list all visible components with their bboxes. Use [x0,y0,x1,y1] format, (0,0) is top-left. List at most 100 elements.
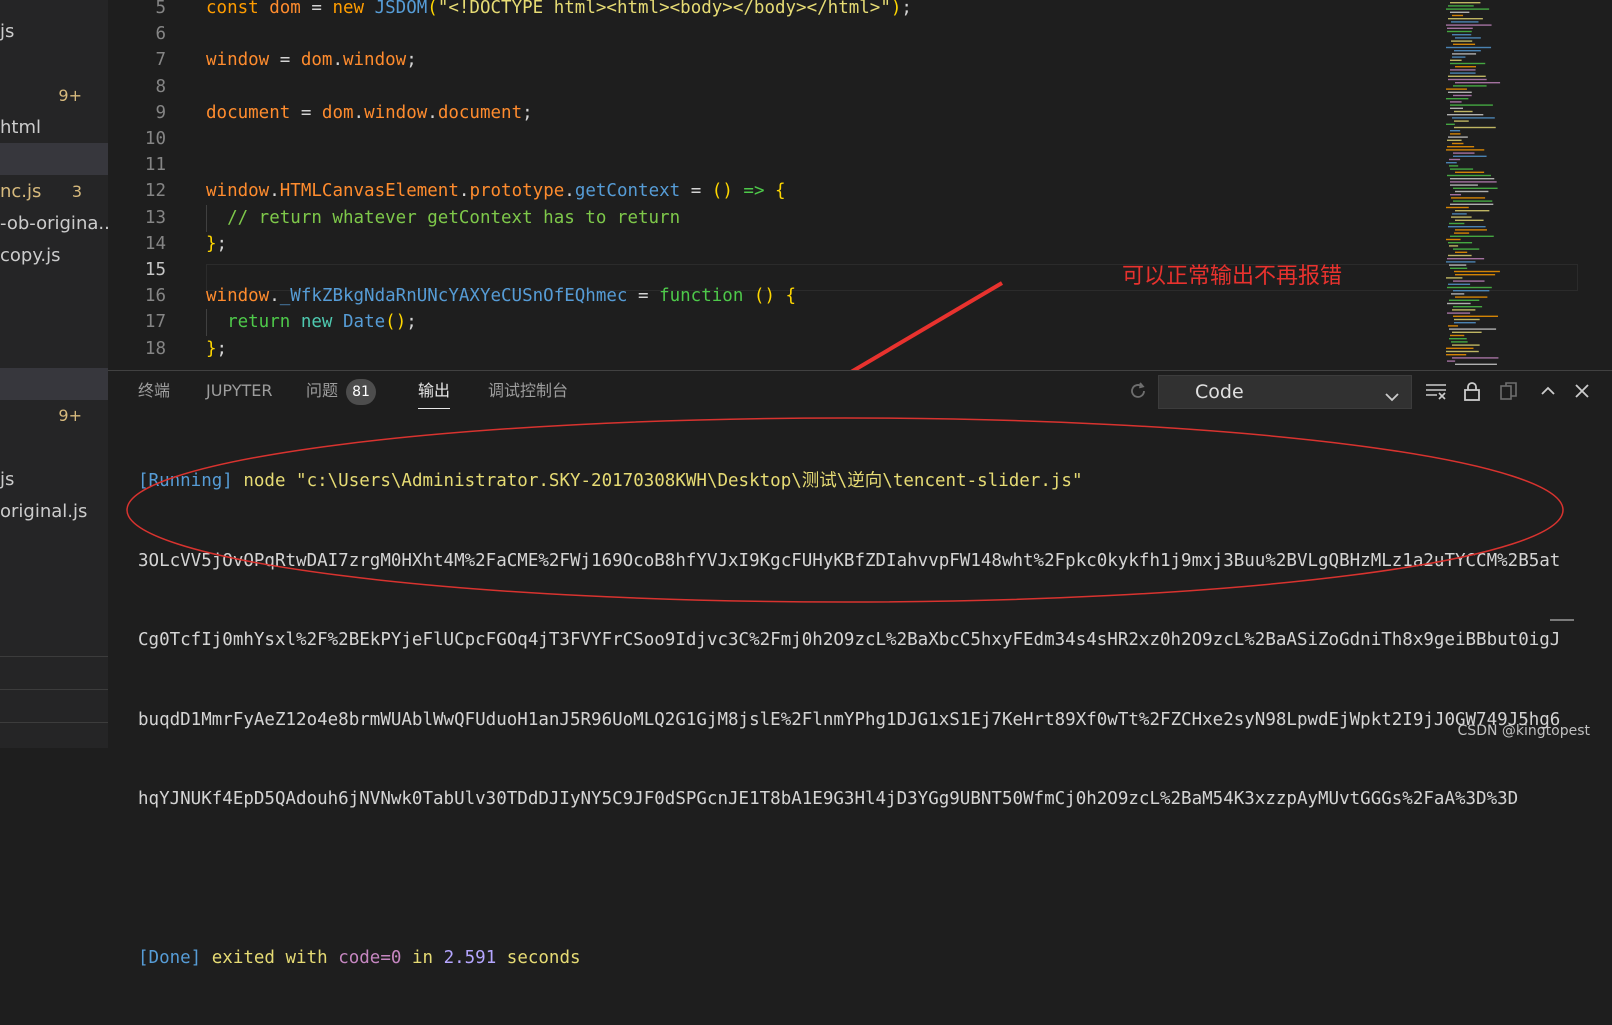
sidebar-file-item[interactable]: 9+ [0,400,108,432]
output-channel-select[interactable]: Code [1158,375,1412,409]
minimap-stroke [1448,136,1468,138]
minimap-stroke [1447,258,1485,260]
minimap-stroke [1447,30,1472,33]
code-text: const dom = new JSDOM("<!DOCTYPE html><h… [206,0,912,22]
code-line[interactable]: 7 window = dom.window; [108,47,1478,74]
code-line[interactable]: 5 const dom = new JSDOM("<!DOCTYPE html><… [108,0,1478,22]
sidebar-file-item[interactable]: nc.js 3 [0,176,108,208]
code-line[interactable]: 14}; [108,231,1478,258]
tab-problems[interactable]: 问题 81 [306,371,377,411]
minimap-stroke [1454,126,1496,129]
code-token: ( [427,0,438,18]
code-token: => [743,181,765,202]
minimap-stroke [1446,350,1479,353]
lock-icon[interactable] [1458,377,1486,405]
minimap-stroke [1453,315,1498,317]
sidebar-file-item[interactable]: 9+ [0,80,108,112]
minimap-stroke [1448,283,1471,285]
output-data-line: buqdD1MmrFyAeZ12o4e8brmWUAblWwQFUduoH1an… [138,709,1561,730]
minimap-stroke [1455,171,1485,173]
tab-terminal[interactable]: 终端 [138,371,170,411]
minimap-stroke [1451,197,1486,199]
minimap-stroke [1453,290,1490,292]
minimap-stroke [1449,222,1465,225]
minimap-stroke [1455,82,1501,84]
sidebar-file-item[interactable]: html [0,112,108,144]
minimap-stroke [1448,78,1487,81]
minimap-stroke [1446,347,1474,349]
code-token: ; [522,102,533,123]
code-token: . [332,50,343,71]
code-line[interactable]: 10 [108,126,1478,153]
code-line[interactable]: 6 [108,21,1478,48]
sidebar-file-item[interactable]: copy.js [0,240,108,272]
code-line[interactable]: 18}; [108,336,1478,363]
code-line[interactable]: 9 document = dom.window.document; [108,100,1478,127]
sidebar-file-badge: 9+ [58,406,82,425]
code-token: = [290,102,322,123]
chevron-up-icon[interactable] [1534,377,1562,405]
code-line[interactable]: 11 [108,152,1478,179]
panel-scrollbar[interactable] [1550,619,1574,621]
code-line[interactable]: 13 // return whatever getContext has to … [108,204,1478,232]
refresh-icon[interactable] [1124,377,1152,405]
tab-jupyter[interactable]: JUPYTER [206,371,273,411]
minimap-stroke [1451,341,1468,343]
code-line[interactable]: 17 return new Date(); [108,309,1478,337]
code-token: _WfkZBkgNdaRnUNcYAXYeCUSnOfEQhmec [279,286,628,307]
minimap-stroke [1450,133,1461,135]
code-token: new [300,312,343,333]
minimap-stroke [1450,59,1462,61]
minimap-stroke [1447,139,1462,141]
clear-output-icon[interactable] [1422,377,1450,405]
minimap-stroke [1455,219,1484,221]
minimap-stroke [1449,299,1480,301]
code-line[interactable]: 12 window.HTMLCanvasElement.prototype.get… [108,178,1478,205]
tab-debug-console[interactable]: 调试控制台 [488,371,568,411]
output-running-line: [Running] node "c:\Users\Administrator.S… [138,471,1083,491]
minimap-stroke [1450,11,1470,13]
line-number: 10 [144,129,166,149]
minimap[interactable] [1444,0,1562,370]
sidebar-file-name: original.js [0,501,88,522]
minimap-stroke [1448,242,1473,244]
code-token: } [206,338,217,359]
sidebar-file-name: html [0,117,42,138]
minimap-stroke [1452,53,1477,55]
code-text: window = dom.window; [206,47,417,74]
code-token: HTMLCanvasElement [279,181,459,202]
code-token: () [385,312,407,333]
output-blank-line [138,866,1578,893]
sidebar-file-item[interactable]: js [0,464,108,496]
copy-icon[interactable] [1496,377,1524,405]
sidebar-file-item[interactable]: original.js [0,496,108,528]
sidebar-file-name: -ob-origina... [0,213,108,234]
minimap-stroke [1450,235,1494,237]
code-line[interactable]: 8 [108,74,1478,101]
minimap-stroke [1446,88,1467,90]
minimap-stroke [1446,238,1461,241]
minimap-stroke [1447,312,1471,314]
minimap-stroke [1451,21,1479,23]
line-number: 13 [144,207,166,228]
code-text: return new Date(); [206,309,417,336]
sidebar-file-item[interactable]: js [0,16,108,48]
code-text: // return whatever getContext has to ret… [206,205,680,232]
tab-output[interactable]: 输出 [418,371,451,411]
code-text: }; [206,231,227,258]
code-editor[interactable]: 5 const dom = new JSDOM("<!DOCTYPE html><… [108,0,1612,370]
code-token: () [753,286,775,307]
line-number: 7 [155,50,166,71]
close-icon[interactable] [1568,377,1596,405]
code-token: ; [406,50,417,71]
minimap-stroke [1453,306,1483,308]
minimap-stroke [1450,69,1476,71]
minimap-stroke [1449,165,1459,167]
minimap-stroke [1448,18,1483,20]
sidebar-file-item[interactable]: -ob-origina... [0,208,108,240]
minimap-stroke [1448,5,1474,7]
output-content[interactable]: [Running] node "c:\Users\Administrator.S… [138,415,1578,1025]
minimap-stroke [1455,190,1489,193]
